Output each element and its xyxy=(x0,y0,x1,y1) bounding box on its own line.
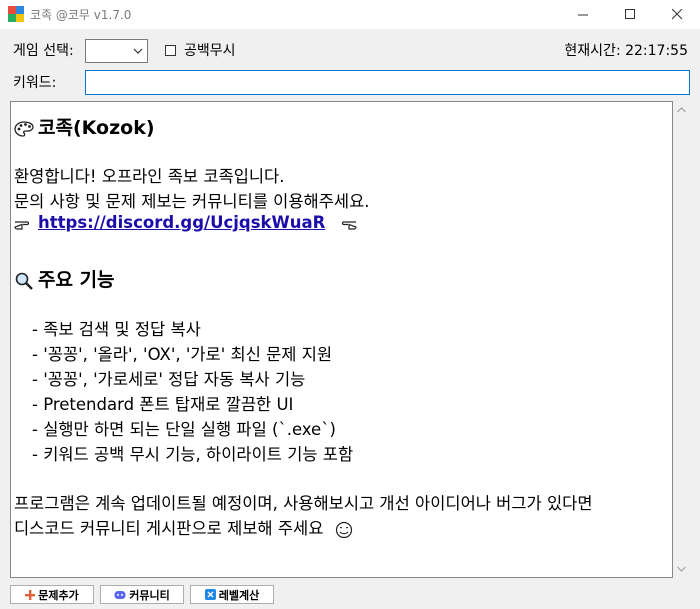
heading-kozok: 코족(Kozok) xyxy=(14,113,155,140)
discord-link[interactable]: https://discord.gg/UcjqskWuaR xyxy=(38,213,325,232)
inquiry-text: 문의 사항 및 문제 제보는 커뮤니티를 이용해주세요. xyxy=(14,192,370,211)
feature-item: - 키워드 공백 무시 기능, 하이라이트 기능 포함 xyxy=(32,445,354,464)
plus-icon xyxy=(25,589,36,600)
minimize-icon xyxy=(577,14,588,16)
scroll-down-icon[interactable] xyxy=(677,566,686,572)
magnifier-icon xyxy=(15,272,33,290)
heading-kozok-text: 코족(Kozok) xyxy=(38,117,155,139)
level-calc-button[interactable]: 레벨계산 xyxy=(190,585,274,604)
feature-item: - '꽁꽁', '올라', 'OX', '가로' 최신 문제 지원 xyxy=(32,345,333,364)
minimize-button[interactable] xyxy=(560,0,606,29)
keyword-input[interactable] xyxy=(85,70,690,95)
feature-item: - Pretendard 폰트 탑재로 깔끔한 UI xyxy=(32,395,294,414)
level-calc-label: 레벨계산 xyxy=(218,588,260,602)
ignore-space-checkbox[interactable] xyxy=(165,45,176,56)
close-icon xyxy=(671,9,682,20)
game-select[interactable] xyxy=(85,39,148,63)
maximize-button[interactable] xyxy=(607,0,653,29)
game-select-label: 게임 선택: xyxy=(13,43,74,59)
window-title: 코족 @코무 v1.7.0 xyxy=(30,8,132,22)
feature-item: - 실행만 하면 되는 단일 실행 파일 (`.exe`) xyxy=(32,420,336,439)
discord-icon xyxy=(114,590,126,599)
community-label: 커뮤니티 xyxy=(129,588,170,602)
add-problem-button[interactable]: 문제추가 xyxy=(10,585,94,604)
title-bar: 코족 @코무 v1.7.0 xyxy=(0,0,700,29)
pointing-left-icon xyxy=(341,220,357,230)
chevron-down-icon xyxy=(133,48,143,54)
ignore-space-label: 공백무시 xyxy=(184,43,236,59)
maximize-icon xyxy=(624,9,635,19)
welcome-text: 환영합니다! 오프라인 족보 코족입니다. xyxy=(14,167,285,186)
feature-item: - '꽁꽁', '가로세로' 정답 자동 복사 기능 xyxy=(32,370,306,389)
outro-text-1: 프로그램은 계속 업데이트될 예정이며, 사용해보시고 개선 아이디어나 버그가… xyxy=(14,494,593,513)
heading-features: 주요 기능 xyxy=(14,265,115,292)
app-grid-icon xyxy=(8,6,24,22)
current-time: 현재시간: 22:17:55 xyxy=(564,43,688,59)
keyword-label: 키워드: xyxy=(13,75,57,91)
palette-icon xyxy=(14,120,34,137)
community-button[interactable]: 커뮤니티 xyxy=(100,585,184,604)
smiley-icon xyxy=(335,521,352,538)
pointing-right-icon xyxy=(14,220,30,230)
content-panel: 코족(Kozok) 환영합니다! 오프라인 족보 코족입니다. 문의 사항 및 … xyxy=(10,101,673,578)
toolbar-row: 게임 선택: 공백무시 현재시간: 22:17:55 xyxy=(0,36,700,64)
calculator-icon xyxy=(204,589,216,600)
discord-link-row: https://discord.gg/UcjqskWuaR xyxy=(14,213,361,232)
close-button[interactable] xyxy=(654,0,700,29)
outro-text-2-row: 디스코드 커뮤니티 게시판으로 제보해 주세요 xyxy=(14,515,357,539)
outro-text-2: 디스코드 커뮤니티 게시판으로 제보해 주세요 xyxy=(14,519,324,538)
content-scrollbar[interactable] xyxy=(673,101,690,578)
scroll-up-icon[interactable] xyxy=(677,107,686,113)
feature-item: - 족보 검색 및 정답 복사 xyxy=(32,320,201,339)
add-problem-label: 문제추가 xyxy=(38,588,79,602)
heading-features-text: 주요 기능 xyxy=(38,269,115,291)
